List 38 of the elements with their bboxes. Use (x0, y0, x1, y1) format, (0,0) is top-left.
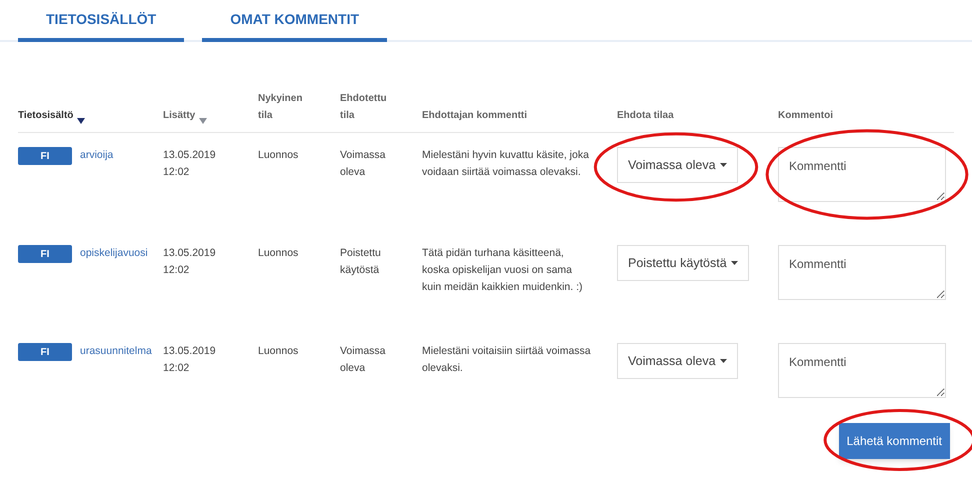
state-dropdown[interactable]: Voimassa oleva (617, 343, 738, 379)
date-text: 13.05.2019 12:02 (163, 344, 217, 376)
language-badge: FI (18, 245, 72, 263)
column-header: Lisätty (163, 109, 196, 123)
column-header: Ehdottajan kommentti (422, 109, 528, 123)
term-link[interactable]: opiskelijavuosi (80, 245, 148, 262)
state-text: Voimassa oleva (340, 148, 387, 180)
comment-text: Tätä pidän turhana käsitteenä, koska opiskelijan vuosi on sama kuin meidän kaikkien muidenkin. :) (422, 246, 584, 295)
caret-icon (720, 359, 727, 363)
state-dropdown[interactable]: Voimassa oleva (617, 147, 738, 183)
tab[interactable]: OMAT KOMMENTIT (202, 0, 388, 42)
comment-field[interactable]: Kommentti (778, 147, 946, 202)
caret-icon (720, 163, 727, 167)
state-text: Poistettu käytöstä (340, 246, 382, 278)
column-header: Kommentoi (778, 109, 833, 123)
date-text: 13.05.2019 12:02 (163, 148, 217, 180)
column-header: Ehdota tilaa (617, 109, 674, 123)
column-header: Tietosisältö (18, 109, 74, 123)
language-badge: FI (18, 147, 72, 165)
state-text: Voimassa oleva (340, 344, 387, 376)
column-header: Ehdotettu tila (340, 92, 388, 123)
column-header: Nykyinen tila (258, 92, 304, 123)
state-text: Luonnos (258, 344, 300, 359)
date-text: 13.05.2019 12:02 (163, 246, 217, 278)
term-link[interactable]: urasuunnitelma (80, 343, 152, 360)
state-text: Luonnos (258, 148, 300, 163)
state-text: Luonnos (258, 246, 300, 261)
comment-field[interactable]: Kommentti (778, 343, 946, 398)
submit-button[interactable]: Lähetä kommentit (838, 423, 950, 459)
comment-text: Mielestäni hyvin kuvattu käsite, joka voidaan siirtää voimassa olevaksi. (422, 148, 590, 180)
language-badge: FI (18, 343, 72, 361)
comment-field[interactable]: Kommentti (778, 245, 946, 300)
tab[interactable]: TIETOSISÄLLÖT (18, 0, 184, 42)
state-dropdown[interactable]: Poistettu käytöstä (617, 245, 749, 281)
term-link[interactable]: arvioija (80, 147, 114, 164)
sort-arrow-icon[interactable] (77, 118, 86, 124)
comment-text: Mielestäni voitaisiin siirtää voimassa olevaksi. (422, 344, 592, 376)
caret-icon (730, 261, 738, 265)
